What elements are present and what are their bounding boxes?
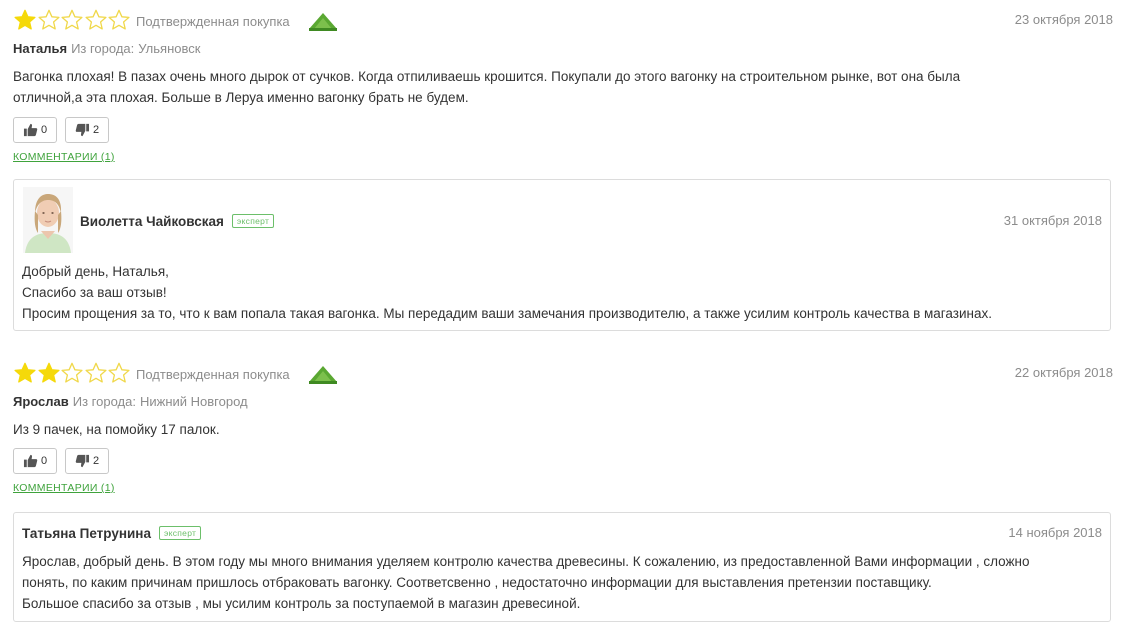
dislike-count: 2 <box>92 455 100 467</box>
star-icon <box>14 9 36 30</box>
vote-buttons: 0 2 <box>13 117 1113 143</box>
review-text: Из 9 пачек, на помойку 17 палок. <box>13 419 1113 440</box>
thumbs-up-icon <box>23 454 38 468</box>
thumbs-down-icon <box>75 123 89 137</box>
star-icon <box>61 9 83 30</box>
like-count: 0 <box>40 124 48 136</box>
reply-text-line: Добрый день, Наталья, <box>22 264 169 279</box>
review-text: Вагонка плохая! В пазах очень много дыро… <box>13 66 1113 108</box>
reply-text: Ярослав, добрый день. В этом году мы мно… <box>22 551 1030 614</box>
review-text-line: Вагонка плохая! В пазах очень много дыро… <box>13 69 961 84</box>
review-author-line: Наталья Из города: Ульяновск <box>13 41 1113 57</box>
star-icon <box>61 362 83 383</box>
review-city: Нижний Новгород <box>139 394 248 409</box>
reply-author-name: Виолетта Чайковская <box>80 214 224 229</box>
avatar <box>23 187 73 253</box>
avatar-photo <box>23 187 73 253</box>
review-text-line: Из 9 пачек, на помойку 17 палок. <box>13 422 220 437</box>
star-rating <box>13 8 131 32</box>
reply-author-line: Виолетта Чайковская эксперт <box>80 213 275 231</box>
dislike-count: 2 <box>92 124 100 136</box>
review-header: Подтвержденная покупка 22 октября 2018 <box>13 361 1113 387</box>
star-icon <box>108 9 130 30</box>
reply-text-line: понять, по каким причинам пришлось отбра… <box>22 575 932 590</box>
review-card: Подтвержденная покупка 23 октября 2018 Н… <box>13 8 1113 165</box>
review-card: Подтвержденная покупка 22 октября 2018 Я… <box>13 361 1113 496</box>
star-icon <box>108 362 130 383</box>
reply-text: Добрый день, Наталья, Спасибо за ваш отз… <box>22 261 992 324</box>
review-header: Подтвержденная покупка 23 октября 2018 <box>13 8 1113 34</box>
review-author-name: Наталья <box>13 41 68 56</box>
thumbs-up-icon <box>23 123 38 137</box>
star-icon <box>37 9 60 30</box>
like-count: 0 <box>40 455 48 467</box>
comments-link[interactable]: КОММЕНТАРИИ (1) <box>13 482 115 494</box>
reply-text-line: Просим прощения за то, что к вам попала … <box>22 306 992 321</box>
dislike-button[interactable]: 2 <box>65 448 109 474</box>
reply-text-line: Большое спасибо за отзыв , мы усилим кон… <box>22 596 581 611</box>
like-button[interactable]: 0 <box>13 117 57 143</box>
from-city-label: Из города: <box>71 41 135 56</box>
reply-text-line: Ярослав, добрый день. В этом году мы мно… <box>22 554 1030 569</box>
leroy-merlin-logo <box>309 366 337 384</box>
vote-buttons: 0 2 <box>13 448 1113 474</box>
comments-link[interactable]: КОММЕНТАРИИ (1) <box>13 151 115 163</box>
reply-author-name: Татьяна Петрунина <box>22 526 151 541</box>
expert-badge: эксперт <box>231 214 275 228</box>
verified-purchase-label: Подтвержденная покупка <box>136 367 290 382</box>
reply-author-line: Татьяна Петрунина эксперт <box>22 525 202 543</box>
review-author-line: Ярослав Из города: Нижний Новгород <box>13 394 1113 410</box>
star-icon <box>84 9 107 30</box>
expert-reply: Виолетта Чайковская эксперт 31 октября 20… <box>13 179 1111 331</box>
review-author-name: Ярослав <box>13 394 69 409</box>
reply-date: 31 октября 2018 <box>1003 213 1102 228</box>
star-rating <box>13 361 131 385</box>
from-city-label: Из города: <box>72 394 136 409</box>
review-date: 23 октября 2018 <box>1014 12 1113 27</box>
star-icon <box>14 362 36 383</box>
dislike-button[interactable]: 2 <box>65 117 109 143</box>
star-icon <box>84 362 107 383</box>
review-date: 22 октября 2018 <box>1014 365 1113 380</box>
thumbs-down-icon <box>75 454 89 468</box>
verified-purchase-label: Подтвержденная покупка <box>136 14 290 29</box>
star-icon <box>37 362 60 383</box>
review-text-line: отличной,а эта плохая. Больше в Леруа им… <box>13 90 469 105</box>
reply-text-line: Спасибо за ваш отзыв! <box>22 285 167 300</box>
review-city: Ульяновск <box>138 41 201 56</box>
leroy-merlin-logo <box>309 13 337 31</box>
like-button[interactable]: 0 <box>13 448 57 474</box>
expert-badge: эксперт <box>158 526 202 540</box>
reply-date: 14 ноября 2018 <box>1008 525 1102 540</box>
expert-reply: Татьяна Петрунина эксперт 14 ноября 2018 … <box>13 512 1111 622</box>
